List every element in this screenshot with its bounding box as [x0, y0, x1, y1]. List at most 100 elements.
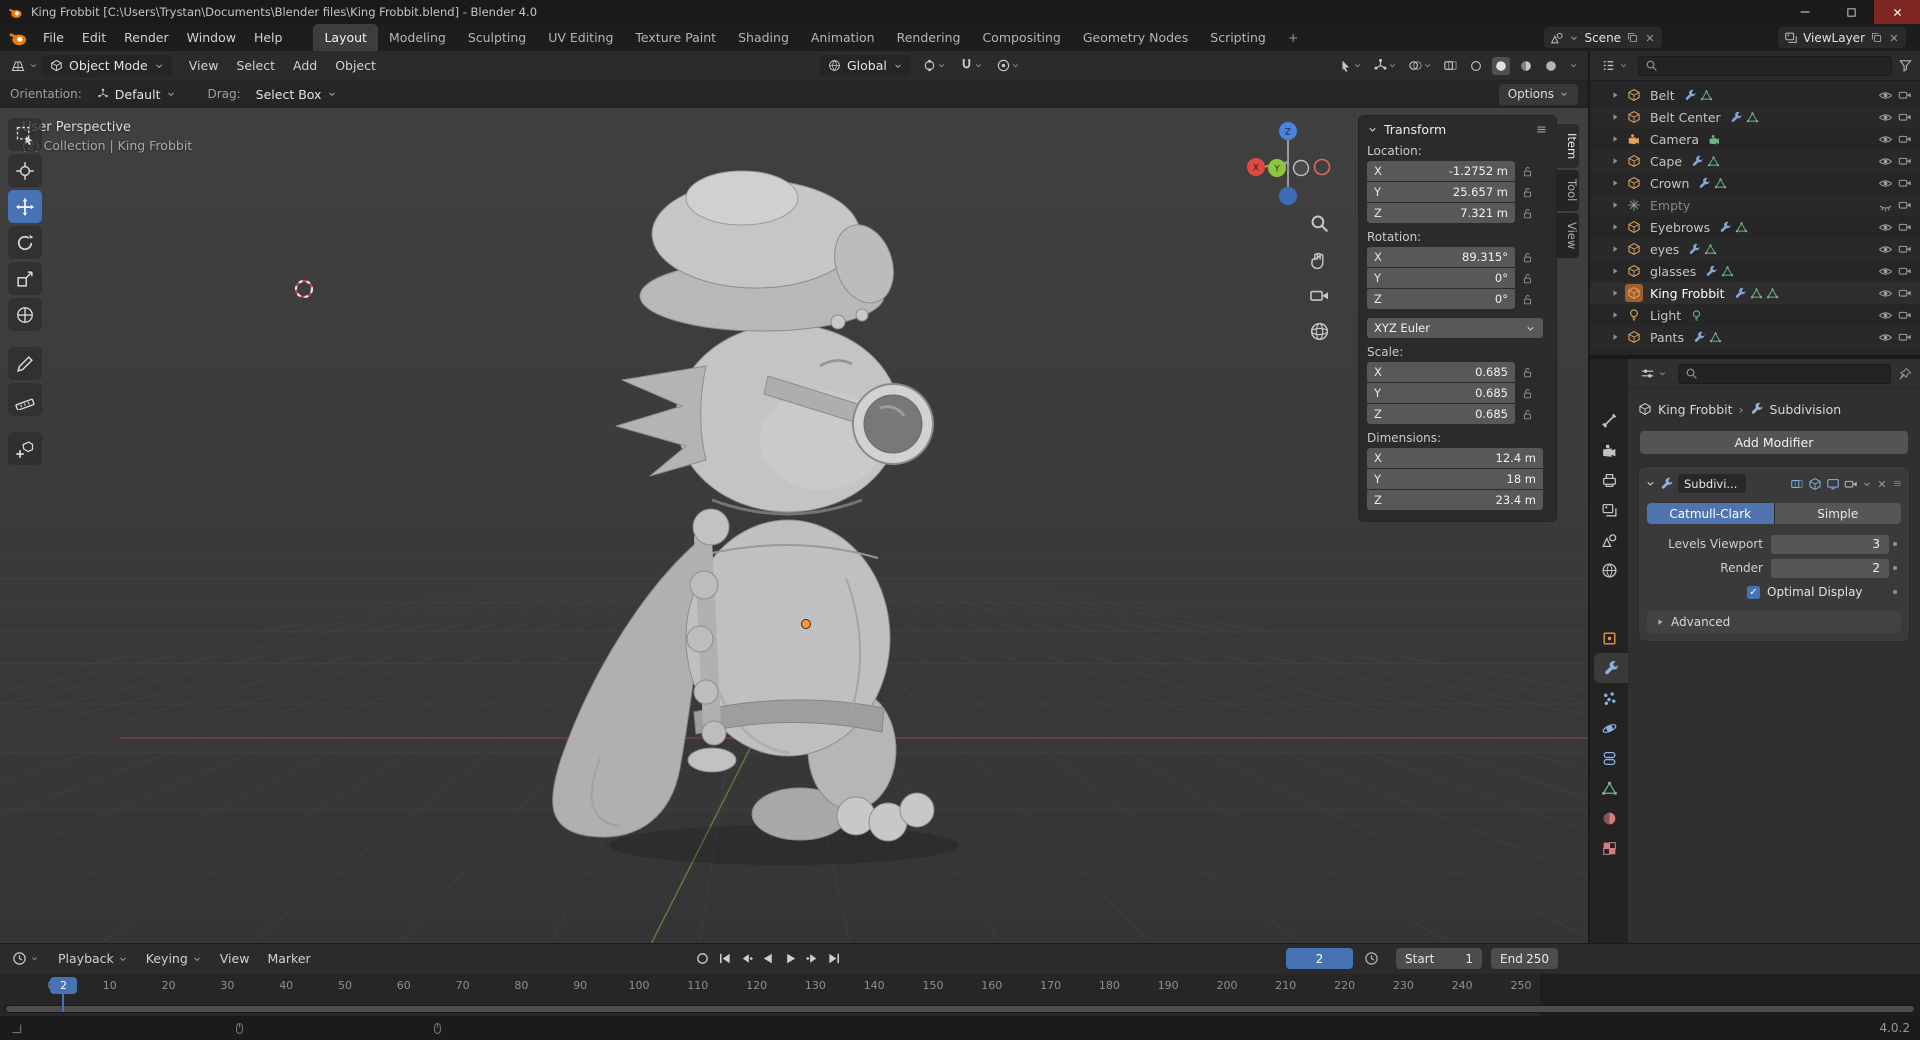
current-frame-field[interactable]: 2: [1286, 948, 1353, 969]
rotate-tool-button[interactable]: [8, 226, 42, 259]
model-king-frobbit[interactable]: [553, 171, 959, 865]
playhead[interactable]: 2: [50, 977, 77, 994]
outliner-item-light[interactable]: Light: [1590, 304, 1920, 326]
timeline-menu-keying[interactable]: Keying: [137, 948, 211, 969]
dimensions-x-field[interactable]: X12.4 m: [1367, 448, 1543, 468]
expand-icon[interactable]: [1610, 332, 1620, 342]
close-button[interactable]: [1874, 0, 1920, 24]
show-in-editmode-toggle[interactable]: [1808, 477, 1822, 491]
rotation-x-field[interactable]: X89.315°: [1367, 247, 1515, 267]
hide-in-viewport-toggle[interactable]: [1878, 110, 1893, 125]
object-properties-tab[interactable]: [1590, 623, 1628, 653]
outliner-item-pants[interactable]: Pants: [1590, 326, 1920, 348]
outliner-item-king-frobbit[interactable]: King Frobbit: [1590, 282, 1920, 304]
gizmo-neg-x-axis[interactable]: [1315, 160, 1330, 175]
lock-icon[interactable]: [1521, 272, 1534, 285]
orientation-setting-dropdown[interactable]: Default: [89, 84, 185, 105]
properties-editor-type-button[interactable]: [1636, 362, 1671, 386]
advanced-subpanel[interactable]: Advanced: [1647, 611, 1901, 633]
viewlayer-selector[interactable]: ViewLayer: [1778, 27, 1906, 48]
pan-button[interactable]: [1306, 246, 1332, 272]
workspace-tab-scripting[interactable]: Scripting: [1199, 24, 1277, 51]
xray-toggle[interactable]: [1441, 56, 1460, 75]
shading-material-button[interactable]: [1517, 57, 1535, 75]
outliner-item-eyebrows[interactable]: Eyebrows: [1590, 216, 1920, 238]
camera-view-button[interactable]: [1306, 282, 1332, 308]
outliner-item-belt-center[interactable]: Belt Center: [1590, 106, 1920, 128]
sidebar-tab-item[interactable]: Item: [1556, 124, 1579, 168]
workspace-tab-sculpting[interactable]: Sculpting: [457, 24, 537, 51]
rotation-y-field[interactable]: Y0°: [1367, 268, 1515, 288]
jump-to-start-button[interactable]: [717, 951, 732, 966]
hide-in-viewport-toggle[interactable]: [1878, 88, 1893, 103]
workspace-tab-geometry-nodes[interactable]: Geometry Nodes: [1072, 24, 1199, 51]
selectability-dropdown[interactable]: [1337, 57, 1364, 75]
scale-z-field[interactable]: Z0.685: [1367, 404, 1515, 424]
disable-in-renders-toggle[interactable]: [1898, 330, 1912, 344]
shading-dropdown[interactable]: [1567, 59, 1580, 72]
select-box-tool-button[interactable]: [8, 118, 42, 151]
location-y-field[interactable]: Y25.657 m: [1367, 182, 1515, 202]
timeline-menu-marker[interactable]: Marker: [258, 948, 319, 969]
previous-keyframe-button[interactable]: [739, 951, 754, 966]
hide-in-viewport-toggle[interactable]: [1878, 286, 1893, 301]
animate-dot[interactable]: [1893, 590, 1897, 594]
scale-y-field[interactable]: Y0.685: [1367, 383, 1515, 403]
material-properties-tab[interactable]: [1590, 803, 1628, 833]
viewport-3d[interactable]: User Perspective (2) Collection | King F…: [0, 108, 1588, 943]
drag-setting-dropdown[interactable]: Select Box: [248, 84, 346, 105]
outliner-item-cape[interactable]: Cape: [1590, 150, 1920, 172]
hide-in-viewport-toggle[interactable]: [1878, 132, 1893, 147]
expand-icon[interactable]: [1610, 222, 1620, 232]
output-properties-tab[interactable]: [1590, 465, 1628, 495]
animate-dot[interactable]: [1893, 566, 1897, 570]
dimensions-y-field[interactable]: Y18 m: [1367, 469, 1543, 489]
show-realtime-toggle[interactable]: [1826, 477, 1840, 491]
outliner-item-eyes[interactable]: eyes: [1590, 238, 1920, 260]
pin-icon[interactable]: [1898, 367, 1912, 381]
lock-icon[interactable]: [1521, 366, 1534, 379]
options-dropdown[interactable]: Options: [1499, 84, 1578, 105]
play-button[interactable]: [783, 951, 798, 966]
mode-dropdown[interactable]: Object Mode: [42, 55, 172, 77]
overlays-dropdown[interactable]: [1406, 56, 1434, 75]
measure-tool-button[interactable]: [8, 383, 42, 416]
menu-render[interactable]: Render: [115, 27, 178, 48]
gizmo-neg-y-axis[interactable]: [1294, 161, 1309, 176]
new-scene-icon[interactable]: [1626, 31, 1639, 44]
frame-start-field[interactable]: Start 1: [1396, 948, 1482, 969]
viewport-menu-select[interactable]: Select: [227, 55, 284, 76]
frame-end-field[interactable]: End 250: [1491, 948, 1558, 969]
transform-tool-button[interactable]: [8, 298, 42, 331]
modifier-extras-dropdown[interactable]: [1862, 479, 1872, 489]
viewport-menu-add[interactable]: Add: [284, 55, 326, 76]
expand-icon[interactable]: [1610, 266, 1620, 276]
remove-modifier-button[interactable]: [1876, 478, 1888, 490]
expand-icon[interactable]: [1610, 178, 1620, 188]
annotate-tool-button[interactable]: [8, 347, 42, 380]
add-cube-tool-button[interactable]: [8, 432, 42, 465]
disable-in-renders-toggle[interactable]: [1898, 308, 1912, 322]
workspace-tab-shading[interactable]: Shading: [727, 24, 800, 51]
disable-in-renders-toggle[interactable]: [1898, 220, 1912, 234]
disable-in-renders-toggle[interactable]: [1898, 88, 1912, 102]
workspace-tab-compositing[interactable]: Compositing: [971, 24, 1071, 51]
scrollbar-thumb[interactable]: [6, 1006, 1914, 1012]
expand-icon[interactable]: [1610, 310, 1620, 320]
disable-in-renders-toggle[interactable]: [1898, 176, 1912, 190]
move-tool-button[interactable]: [8, 190, 42, 223]
timeline-editor-type-button[interactable]: [8, 947, 43, 971]
new-viewlayer-icon[interactable]: [1870, 31, 1883, 44]
transform-orientation-dropdown[interactable]: Global: [820, 55, 911, 77]
levels-viewport-field[interactable]: 3: [1771, 535, 1889, 554]
lock-icon[interactable]: [1521, 408, 1534, 421]
maximize-button[interactable]: [1828, 0, 1874, 24]
hide-in-viewport-toggle[interactable]: [1878, 154, 1893, 169]
hide-in-viewport-toggle[interactable]: [1878, 176, 1893, 191]
disable-in-renders-toggle[interactable]: [1898, 198, 1912, 212]
object-data-properties-tab[interactable]: [1590, 773, 1628, 803]
shading-wireframe-button[interactable]: [1467, 57, 1485, 75]
animate-dot[interactable]: [1893, 542, 1897, 546]
lock-icon[interactable]: [1521, 293, 1534, 306]
scale-tool-button[interactable]: [8, 262, 42, 295]
